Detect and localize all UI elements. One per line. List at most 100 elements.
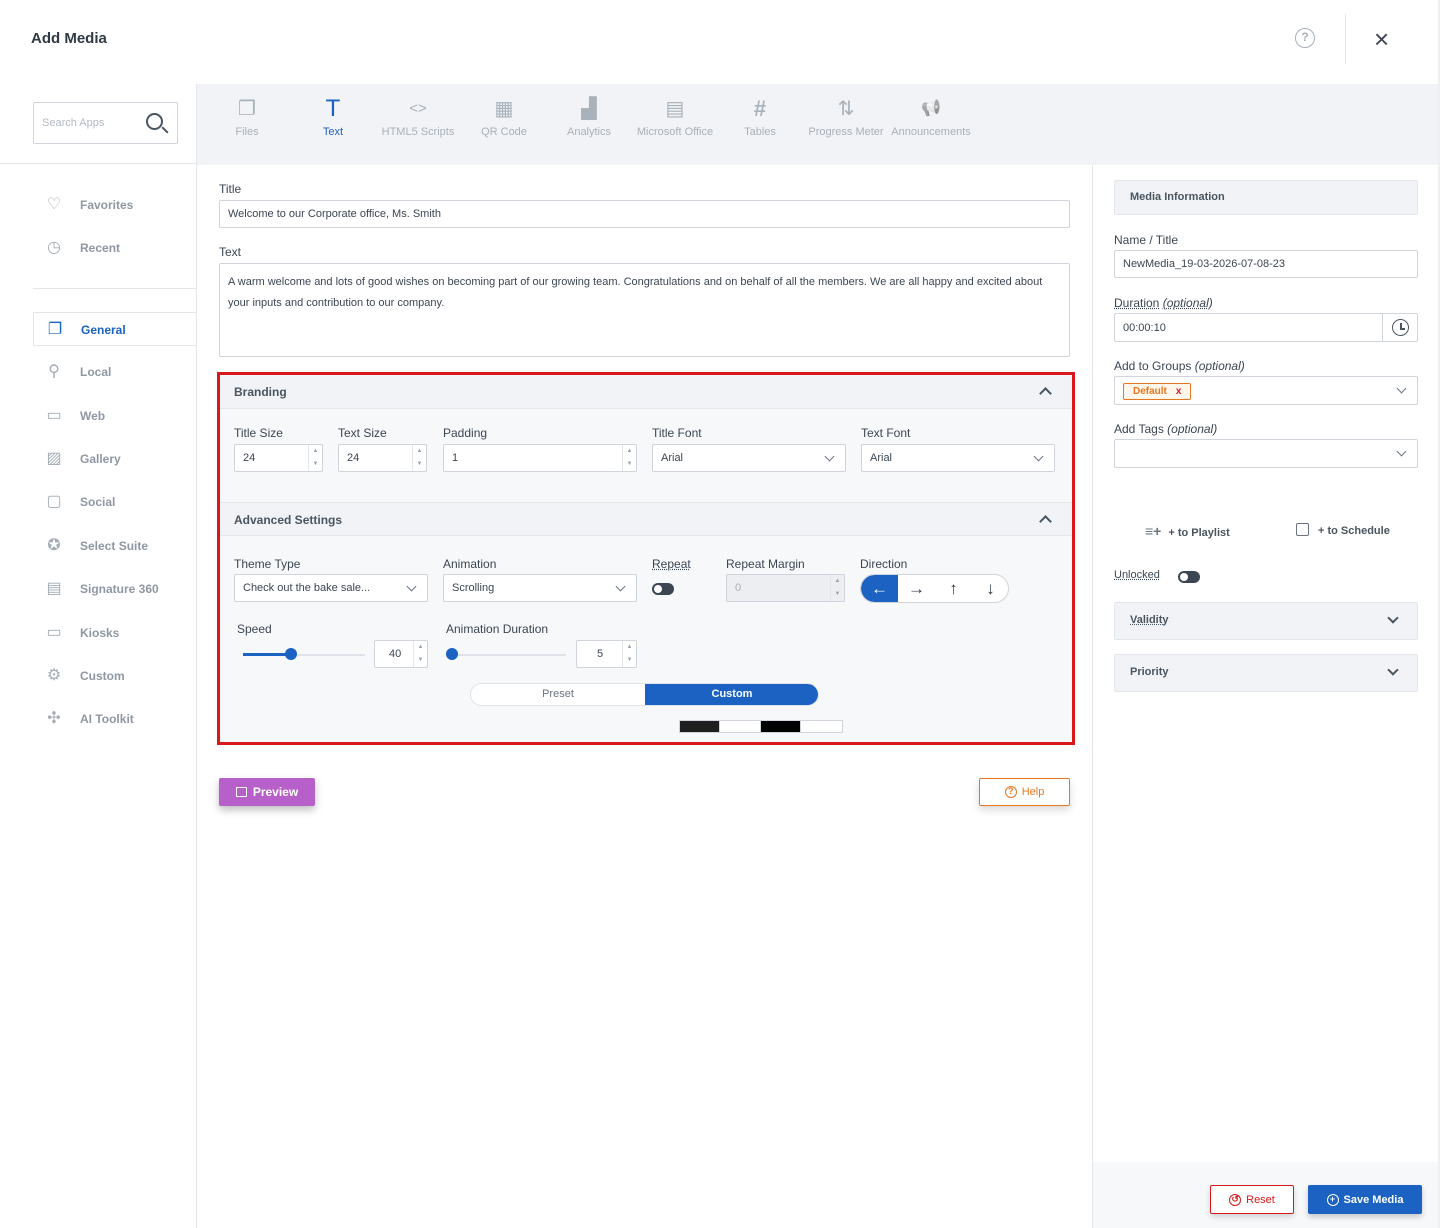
tags-label: Add Tags (optional)	[1114, 422, 1217, 436]
app-progress-meter[interactable]: ⇅ Progress Meter	[803, 96, 889, 138]
image-icon	[235, 787, 247, 797]
location-pin-icon: ⚲	[48, 363, 60, 380]
validity-accordion[interactable]: Validity	[1114, 602, 1418, 640]
chevron-down-icon	[1387, 664, 1399, 676]
divider	[196, 84, 197, 1228]
accordion-title: Validity	[1130, 614, 1169, 626]
app-label: Tables	[744, 126, 776, 138]
sidebar-item-label: Signature 360	[80, 582, 159, 596]
sidebar-item-select-suite[interactable]: ✪ Select Suite	[33, 529, 196, 563]
unlocked-toggle[interactable]	[1178, 571, 1200, 583]
app-label: Analytics	[566, 126, 612, 138]
sidebar-item-label: Favorites	[80, 198, 134, 212]
sidebar-item-local[interactable]: ⚲ Local	[33, 355, 196, 389]
sidebar-item-favorites[interactable]: ♡ Favorites	[33, 188, 196, 222]
chat-icon: ▢	[46, 493, 62, 510]
title-input[interactable]: Welcome to our Corporate office, Ms. Smi…	[219, 200, 1070, 228]
sidebar-item-label: Web	[80, 409, 106, 423]
document-icon: ▤	[665, 98, 685, 120]
label-text: Add to Groups	[1114, 359, 1192, 373]
dialog-title: Add Media	[31, 30, 107, 47]
search-apps-input[interactable]: Search Apps	[33, 102, 178, 144]
sidebar-item-custom[interactable]: ⚙ Custom	[33, 659, 196, 693]
ai-icon: ✣	[47, 710, 61, 727]
unlocked-label: Unlocked	[1114, 569, 1160, 581]
app-files[interactable]: ❐ Files	[204, 96, 290, 138]
label-text: Add Tags	[1114, 422, 1164, 436]
label-text: Duration	[1114, 296, 1160, 310]
text-icon: T	[325, 95, 341, 122]
code-icon: <>	[409, 100, 427, 117]
add-to-schedule-button[interactable]: + to Schedule	[1296, 523, 1390, 537]
sidebar-item-social[interactable]: ▢ Social	[33, 485, 196, 519]
app-analytics[interactable]: ▟ Analytics	[546, 96, 632, 138]
optional-text: (optional)	[1194, 359, 1245, 373]
sidebar-item-kiosks[interactable]: ▭ Kiosks	[33, 616, 196, 650]
search-icon[interactable]	[146, 113, 163, 130]
files-icon: ❐	[238, 98, 256, 120]
chevron-down-icon	[1396, 446, 1407, 457]
sidebar-item-label: Custom	[80, 669, 125, 683]
groups-select[interactable]: Default x	[1114, 376, 1418, 405]
sidebar-item-ai-toolkit[interactable]: ✣ AI Toolkit	[33, 702, 196, 736]
priority-accordion[interactable]: Priority	[1114, 654, 1418, 692]
gallery-icon: ▨	[46, 450, 62, 467]
duration-input[interactable]: 00:00:10	[1114, 313, 1418, 342]
app-html5-scripts[interactable]: <> HTML5 Scripts	[375, 96, 461, 138]
preview-button[interactable]: Preview	[219, 778, 315, 806]
sidebar-item-general[interactable]: ❐ General	[33, 312, 196, 346]
app-qr-code[interactable]: ▦ QR Code	[461, 96, 547, 138]
help-circle-icon[interactable]: ?	[1295, 28, 1315, 48]
clock-button[interactable]	[1382, 313, 1418, 342]
app-label: Files	[235, 126, 259, 138]
chevron-down-icon	[1396, 383, 1407, 394]
section-title: Media Information	[1130, 191, 1225, 203]
optional-text: (optional)	[1162, 296, 1213, 310]
app-label: Announcements	[891, 126, 971, 138]
sidebar-item-label: Kiosks	[80, 626, 120, 640]
app-label: Progress Meter	[808, 126, 884, 138]
sidebar-item-label: Recent	[80, 241, 121, 255]
question-icon: ?	[1004, 786, 1017, 798]
signature-icon: ▤	[46, 580, 62, 597]
sidebar-item-label: Local	[80, 365, 112, 379]
name-title-label: Name / Title	[1114, 233, 1179, 247]
playlist-add-icon: ≡+	[1145, 523, 1162, 539]
sidebar-item-label: Gallery	[80, 452, 121, 466]
sidebar-item-recent[interactable]: ◷ Recent	[33, 231, 196, 265]
sidebar-item-label: Select Suite	[80, 539, 149, 553]
tags-select[interactable]	[1114, 439, 1418, 468]
sidebar-item-label: General	[81, 323, 126, 337]
remove-tag-icon[interactable]: x	[1176, 386, 1182, 397]
sidebar-item-gallery[interactable]: ▨ Gallery	[33, 442, 196, 476]
button-label: Reset	[1246, 1193, 1275, 1206]
sidebar-item-signature-360[interactable]: ▤ Signature 360	[33, 572, 196, 606]
close-icon[interactable]: ×	[1374, 26, 1389, 52]
qr-code-icon: ▦	[494, 98, 514, 120]
app-label: Text	[322, 126, 344, 138]
divider	[33, 288, 196, 289]
save-media-button[interactable]: + Save Media	[1308, 1185, 1422, 1214]
reset-button[interactable]: ↺ Reset	[1210, 1185, 1294, 1214]
sidebar-item-web[interactable]: ▭ Web	[33, 399, 196, 433]
app-tables[interactable]: # Tables	[717, 96, 803, 138]
input-value: 00:00:10	[1123, 321, 1166, 334]
gear-icon: ⚙	[46, 667, 62, 684]
add-media-dialog: Add Media ? × Search Apps ❐ Files T Text <…	[0, 0, 1440, 1228]
app-announcements[interactable]: 📢 Announcements	[888, 96, 974, 138]
highlight-box	[217, 372, 1075, 745]
text-textarea[interactable]: A warm welcome and lots of good wishes o…	[219, 263, 1070, 357]
app-label: HTML5 Scripts	[381, 126, 455, 138]
divider	[0, 163, 196, 164]
help-button[interactable]: ? Help	[979, 778, 1070, 806]
button-label: + to Playlist	[1168, 527, 1230, 539]
button-label: Preview	[252, 785, 299, 799]
name-title-input[interactable]: NewMedia_19-03-2026-07-08-23	[1114, 250, 1418, 278]
app-microsoft-office[interactable]: ▤ Microsoft Office	[632, 96, 718, 138]
table-icon: #	[753, 96, 767, 121]
star-circle-icon: ✪	[47, 537, 61, 554]
add-to-playlist-button[interactable]: ≡+ + to Playlist	[1145, 523, 1230, 539]
web-icon: ▭	[46, 407, 62, 424]
title-label: Title	[219, 182, 242, 196]
app-text[interactable]: T Text	[290, 95, 376, 139]
